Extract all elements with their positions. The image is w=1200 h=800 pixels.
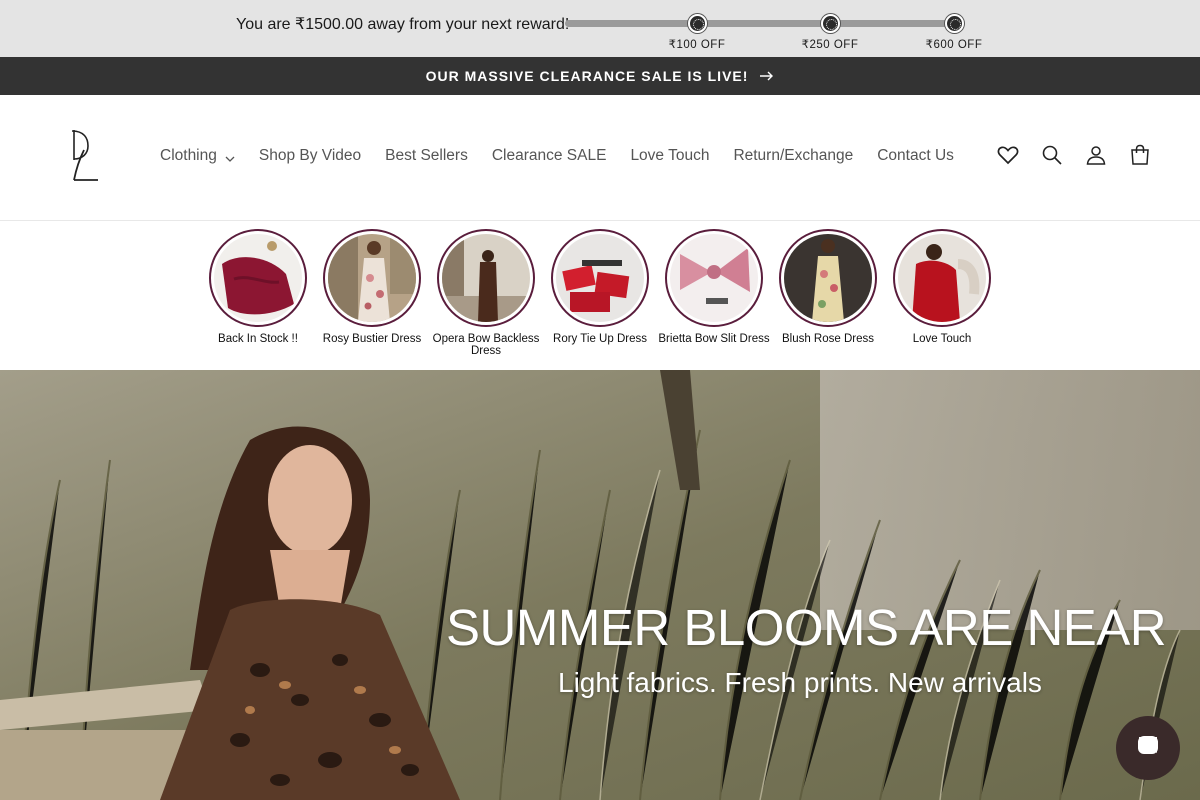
- nav-item-label[interactable]: Clothing: [160, 147, 217, 165]
- story-thumbnail: [214, 234, 302, 322]
- story-label: Brietta Bow Slit Dress: [658, 333, 770, 345]
- arrow-right-icon: [760, 68, 774, 85]
- chat-icon: [1135, 733, 1161, 764]
- announcement-text[interactable]: OUR MASSIVE CLEARANCE SALE IS LIVE!: [426, 68, 749, 84]
- story-item[interactable]: Rory Tie Up Dress: [543, 229, 657, 345]
- story-ring[interactable]: [209, 229, 307, 327]
- reward-milestone-label: ₹600 OFF: [925, 39, 983, 51]
- chevron-down-icon: [225, 151, 235, 162]
- header-icons: [996, 143, 1172, 167]
- reward-milestone-icon: [688, 14, 707, 33]
- story-label: Opera Bow Backless Dress: [432, 333, 540, 357]
- story-label: Love Touch: [912, 333, 972, 345]
- nav-item-clearance-sale[interactable]: Clearance SALE: [492, 147, 607, 165]
- hero-banner[interactable]: SUMMER BLOOMS ARE NEAR Light fabrics. Fr…: [0, 370, 1200, 800]
- story-ring[interactable]: [551, 229, 649, 327]
- story-item[interactable]: Opera Bow Backless Dress: [429, 229, 543, 357]
- chat-button[interactable]: [1116, 716, 1180, 780]
- story-item[interactable]: Back In Stock !!: [201, 229, 315, 345]
- site-header: Clothing Shop By Video Best Sellers Clea…: [0, 95, 1200, 221]
- nav-item-return-exchange[interactable]: Return/Exchange: [733, 147, 853, 165]
- story-item[interactable]: Brietta Bow Slit Dress: [657, 229, 771, 345]
- story-ring[interactable]: [323, 229, 421, 327]
- story-thumbnail: [784, 234, 872, 322]
- announcement-bar[interactable]: OUR MASSIVE CLEARANCE SALE IS LIVE!: [0, 57, 1200, 95]
- nav-item-contact-us[interactable]: Contact Us: [877, 147, 954, 165]
- reward-bar: You are ₹1500.00 away from your next rew…: [0, 0, 1200, 57]
- hero-title: SUMMER BLOOMS ARE NEAR: [446, 599, 1167, 656]
- nav-item-best-sellers[interactable]: Best Sellers: [385, 147, 468, 165]
- story-label: Rory Tie Up Dress: [553, 333, 647, 345]
- story-ring[interactable]: [665, 229, 763, 327]
- reward-message: You are ₹1500.00 away from your next rew…: [236, 16, 570, 33]
- story-item[interactable]: Blush Rose Dress: [771, 229, 885, 345]
- story-label: Blush Rose Dress: [781, 333, 875, 345]
- story-thumbnail: [442, 234, 530, 322]
- brand-logo-icon[interactable]: [66, 128, 106, 184]
- main-nav: Clothing Shop By Video Best Sellers Clea…: [160, 147, 978, 165]
- search-icon[interactable]: [1040, 143, 1064, 167]
- reward-milestone-label: ₹250 OFF: [801, 39, 859, 51]
- story-ring[interactable]: [437, 229, 535, 327]
- reward-milestone-label: ₹100 OFF: [668, 39, 726, 51]
- story-label: Rosy Bustier Dress: [322, 333, 422, 345]
- cart-icon[interactable]: [1128, 143, 1152, 167]
- story-item[interactable]: Rosy Bustier Dress: [315, 229, 429, 345]
- nav-item-shop-by-video[interactable]: Shop By Video: [259, 147, 361, 165]
- hero-subtitle: Light fabrics. Fresh prints. New arrival…: [558, 667, 1042, 698]
- nav-item-love-touch[interactable]: Love Touch: [630, 147, 709, 165]
- story-thumbnail: [898, 234, 986, 322]
- stories-row: Back In Stock !! Rosy Bustier Dress Oper…: [0, 221, 1200, 370]
- heart-icon[interactable]: [996, 143, 1020, 167]
- story-ring[interactable]: [779, 229, 877, 327]
- nav-item-clothing[interactable]: Clothing: [160, 147, 235, 165]
- story-item[interactable]: Love Touch: [885, 229, 999, 345]
- story-label: Back In Stock !!: [218, 333, 298, 345]
- reward-milestone-icon: [821, 14, 840, 33]
- reward-milestone-icon: [945, 14, 964, 33]
- hero-image: [0, 370, 1200, 800]
- story-thumbnail: [328, 234, 416, 322]
- account-icon[interactable]: [1084, 143, 1108, 167]
- reward-progress-track: [565, 20, 960, 27]
- story-thumbnail: [670, 234, 758, 322]
- story-ring[interactable]: [893, 229, 991, 327]
- story-thumbnail: [556, 234, 644, 322]
